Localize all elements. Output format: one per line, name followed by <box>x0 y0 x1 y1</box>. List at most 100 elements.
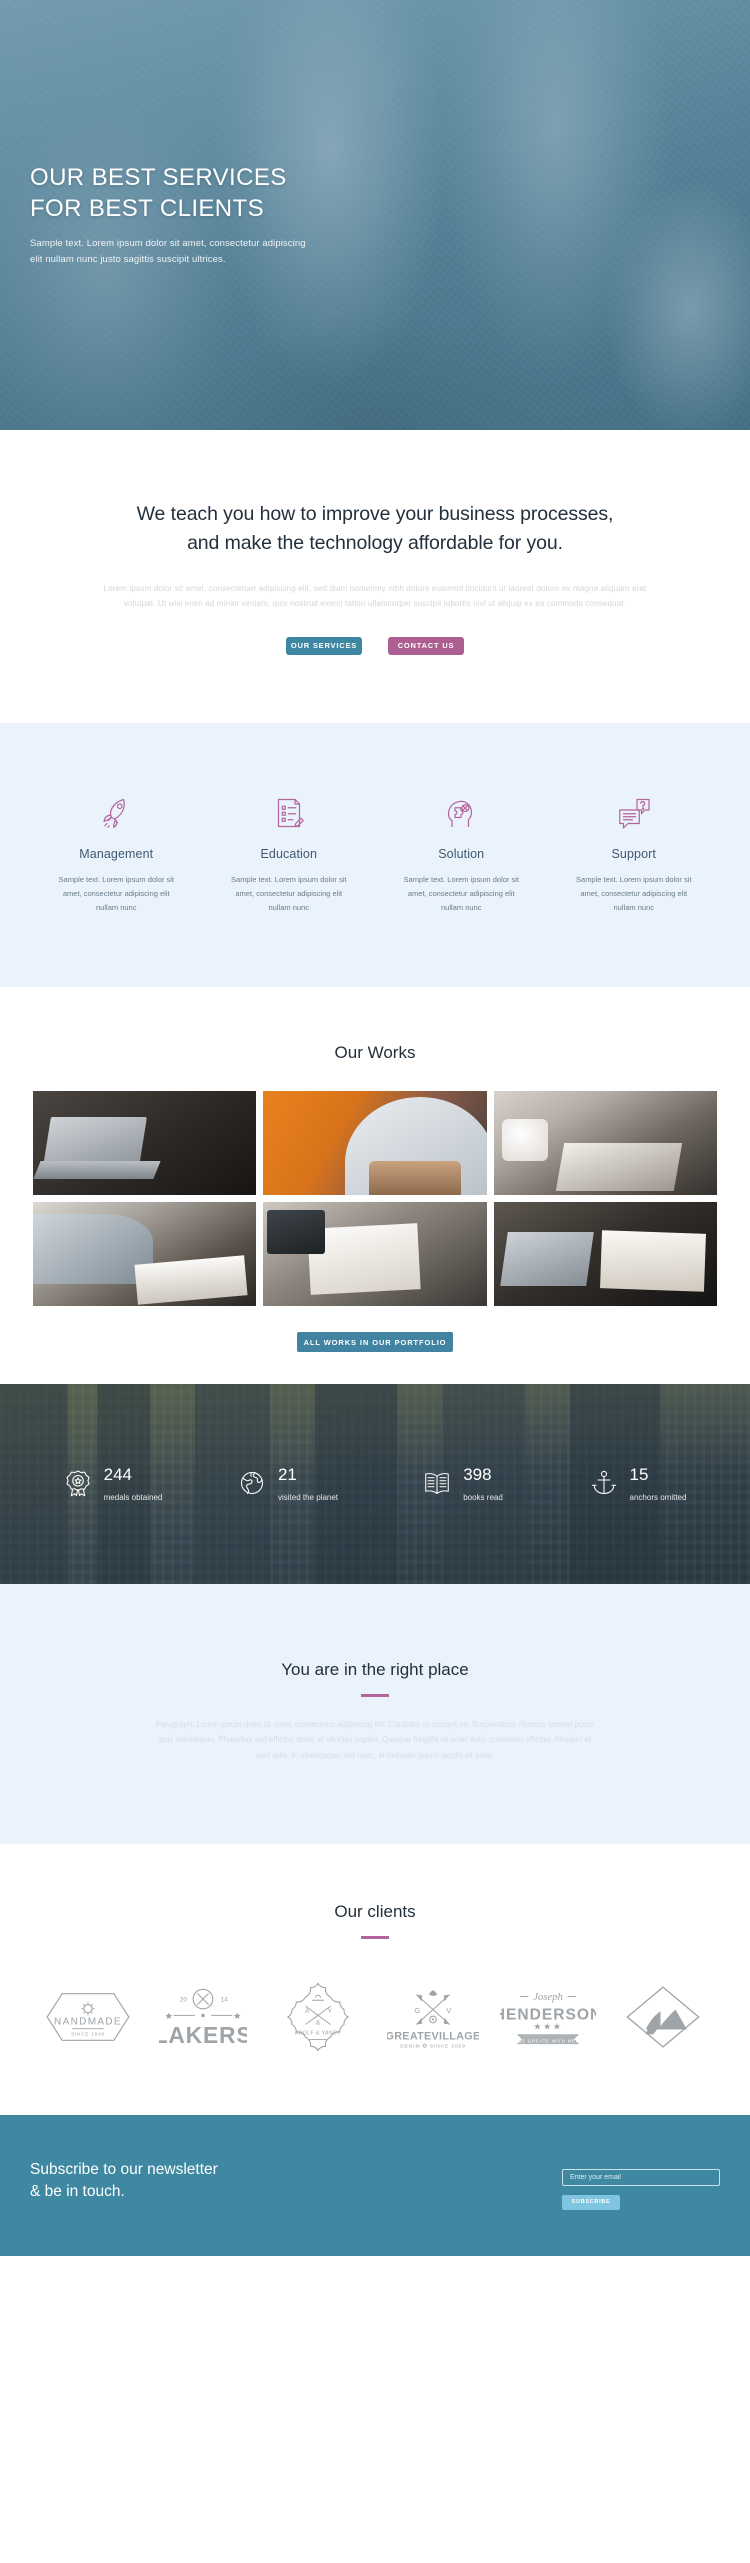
features-grid: Management Sample text. Lorem ipsum dolo… <box>30 791 720 915</box>
heading-divider <box>361 1936 389 1939</box>
all-works-portfolio-button[interactable]: ALL WORKS IN OUR PORTFOLIO <box>297 1332 453 1352</box>
right-place-body: Paragraph. Lorem ipsum dolor sit amet, c… <box>155 1719 595 1761</box>
hero-section: OUR BEST SERVICES FOR BEST CLIENTS Sampl… <box>0 0 750 430</box>
feature-text: Sample text. Lorem ipsum dolor sit amet,… <box>58 874 174 912</box>
footer-heading: Subscribe to our newsletter & be in touc… <box>30 2159 218 2204</box>
feature-title: Management <box>79 846 154 861</box>
feature-text: Sample text. Lorem ipsum dolor sit amet,… <box>403 874 519 912</box>
heading-divider <box>361 1694 389 1697</box>
contact-us-button[interactable]: CONTACT US <box>388 636 464 655</box>
work-tile-hand-notebook[interactable] <box>33 1201 257 1306</box>
counter-value: 15 <box>629 1464 649 1484</box>
svg-text:A: A <box>304 2008 309 2015</box>
counter-value: 21 <box>277 1464 297 1484</box>
counter-label: medals obtained <box>103 1492 163 1502</box>
client-logo-lakers[interactable]: 20 14 LAKERS <box>145 1986 260 2048</box>
intro-button-row: OUR SERVICES CONTACT US <box>0 636 750 655</box>
client-logo-henderson[interactable]: Joseph HENDERSON ★★★ BE GREATE WITH ME! <box>490 1985 605 2049</box>
intro-section: We teach you how to improve your busines… <box>0 430 750 723</box>
feature-text: Sample text. Lorem ipsum dolor sit amet,… <box>576 874 692 912</box>
book-icon <box>422 1468 452 1503</box>
hero-subtitle: Sample text. Lorem ipsum dolor sit amet,… <box>30 238 306 266</box>
svg-text:SINCE 1998: SINCE 1998 <box>71 2031 105 2036</box>
svg-text:20: 20 <box>179 1996 187 2003</box>
our-services-button[interactable]: OUR SERVICES <box>286 636 362 655</box>
work-tile-books-desk[interactable] <box>263 1201 487 1306</box>
svg-text:ADOLF & YANCY: ADOLF & YANCY <box>294 2030 340 2036</box>
works-gallery <box>33 1090 717 1306</box>
features-section: Management Sample text. Lorem ipsum dolo… <box>0 722 750 987</box>
checklist-icon <box>213 791 366 835</box>
counters-section: 244 medals obtained 21 visited the plane… <box>0 1384 750 1584</box>
landing-page: OUR BEST SERVICES FOR BEST CLIENTS Sampl… <box>0 0 750 2256</box>
right-place-heading: You are in the right place <box>281 1660 469 1679</box>
feature-education: Education Sample text. Lorem ipsum dolor… <box>203 791 376 915</box>
subscribe-button[interactable]: SUBSCRIBE <box>562 2194 620 2210</box>
counter-medals: 244 medals obtained <box>25 1466 200 1503</box>
svg-text:V: V <box>446 2006 451 2015</box>
svg-text:LAKERS: LAKERS <box>159 2022 247 2048</box>
client-logo-adolf-yancy[interactable]: A Y & ADOLF & YANCY <box>260 1981 375 2053</box>
counter-value: 244 <box>103 1464 133 1484</box>
head-puzzle-icon <box>385 791 538 835</box>
svg-text:NANDMADE: NANDMADE <box>54 2016 122 2027</box>
hero-title-line2: FOR BEST CLIENTS <box>30 194 265 222</box>
clients-section: Our clients NANDMADE SINCE 1998 20 14 AK… <box>0 1844 750 2115</box>
svg-text:Y: Y <box>327 2008 332 2015</box>
client-logo-greatvillage[interactable]: G V GREATEVILLAGE DENIM ✪ SINCE 2009 <box>375 1983 490 2051</box>
work-tile-laptop-desk[interactable] <box>33 1090 257 1195</box>
works-heading: Our Works <box>334 1042 416 1062</box>
work-tile-meeting-table[interactable] <box>493 1090 717 1195</box>
client-logo-diamond[interactable] <box>605 1983 720 2051</box>
clients-logo-row: NANDMADE SINCE 1998 20 14 LAKERS <box>30 1981 720 2053</box>
counter-text: 398 books read <box>463 1466 503 1502</box>
work-tile-man-writing[interactable] <box>263 1090 487 1195</box>
feature-management: Management Sample text. Lorem ipsum dolo… <box>30 791 203 915</box>
feature-title: Solution <box>438 846 485 861</box>
globe-icon <box>237 1468 267 1503</box>
feature-support: Support Sample text. Lorem ipsum dolor s… <box>548 791 721 915</box>
counter-label: visited the planet <box>277 1492 339 1502</box>
svg-text:Joseph: Joseph <box>533 1992 563 2003</box>
counter-text: 244 medals obtained <box>104 1466 163 1502</box>
intro-heading-line1: We teach you how to improve your busines… <box>136 503 614 525</box>
counter-books: 398 books read <box>375 1466 550 1503</box>
feature-text: Sample text. Lorem ipsum dolor sit amet,… <box>231 874 347 912</box>
counter-label: anchors omitted <box>629 1492 687 1502</box>
intro-heading: We teach you how to improve your busines… <box>0 500 750 559</box>
email-input[interactable] <box>562 2168 720 2186</box>
hero-title-line1: OUR BEST SERVICES <box>30 164 287 191</box>
svg-text:&: & <box>315 2019 320 2026</box>
footer-newsletter-section: Subscribe to our newsletter & be in touc… <box>0 2114 750 2256</box>
svg-text:★★★: ★★★ <box>533 2021 562 2031</box>
svg-text:14: 14 <box>220 1996 228 2003</box>
chat-question-icon <box>558 791 711 835</box>
hero-title: OUR BEST SERVICES FOR BEST CLIENTS <box>30 163 720 224</box>
works-section: Our Works ALL WORKS IN OUR PORTFOLIO <box>0 986 750 1385</box>
rocket-icon <box>40 791 193 835</box>
counter-label: books read <box>463 1492 503 1502</box>
counter-value: 398 <box>463 1464 492 1484</box>
intro-heading-line2: and make the technology affordable for y… <box>187 532 563 555</box>
svg-text:DENIM ✪ SINCE 2009: DENIM ✪ SINCE 2009 <box>400 2044 465 2050</box>
footer-heading-line1: Subscribe to our newsletter <box>30 2160 218 2178</box>
works-button-wrap: ALL WORKS IN OUR PORTFOLIO <box>0 1306 750 1385</box>
work-tile-laptop-notepad[interactable] <box>493 1201 717 1306</box>
footer-heading-line2: & be in touch. <box>30 2183 125 2201</box>
counter-text: 21 visited the planet <box>278 1466 338 1502</box>
anchor-icon <box>589 1468 619 1503</box>
intro-body-text: Lorem ipsum dolor sit amet, consectetuer… <box>103 583 647 608</box>
feature-title: Education <box>260 846 317 861</box>
counter-text: 15 anchors omitted <box>630 1466 687 1502</box>
counters-row: 244 medals obtained 21 visited the plane… <box>25 1384 725 1584</box>
hero-content: OUR BEST SERVICES FOR BEST CLIENTS Sampl… <box>30 163 720 268</box>
client-logo-nandmade[interactable]: NANDMADE SINCE 1998 <box>30 1987 145 2047</box>
counter-anchors: 15 anchors omitted <box>550 1466 725 1503</box>
svg-text:G: G <box>414 2006 420 2015</box>
medal-icon <box>63 1468 93 1503</box>
feature-title: Support <box>611 846 656 861</box>
clients-heading: Our clients <box>334 1902 416 1922</box>
feature-solution: Solution Sample text. Lorem ipsum dolor … <box>375 791 548 915</box>
right-place-section: You are in the right place Paragraph. Lo… <box>0 1584 750 1845</box>
subscribe-form: SUBSCRIBE <box>562 2159 720 2210</box>
